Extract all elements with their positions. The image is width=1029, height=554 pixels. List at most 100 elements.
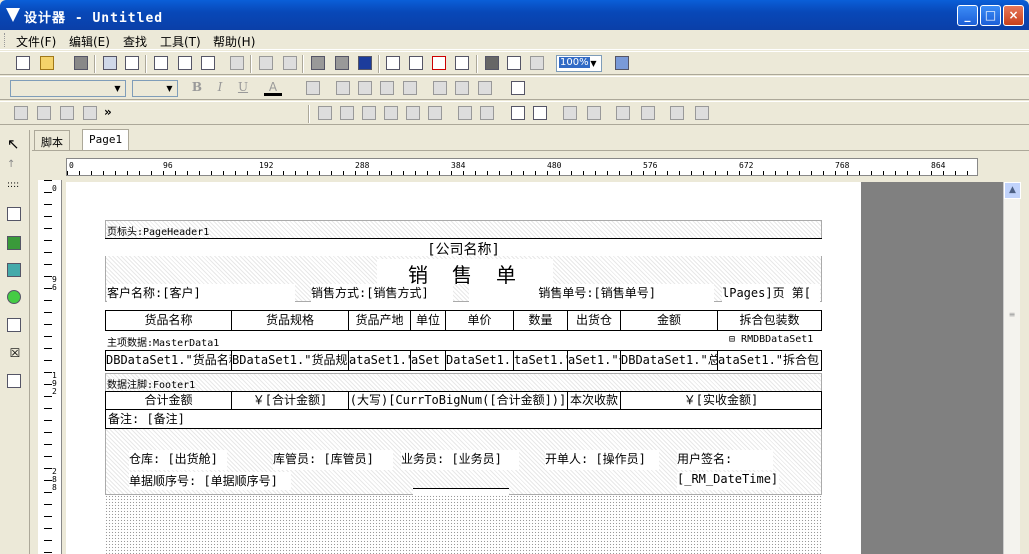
send-backward-button[interactable] [639,105,657,121]
align-grid-button[interactable] [693,105,711,121]
empty-page-area[interactable] [105,495,822,554]
footer-cell[interactable]: (大写)[CurrToBigNum([合计金额])] [348,391,568,410]
column-header[interactable]: 金额 [620,310,718,331]
select-all-button[interactable] [356,55,374,71]
remark-field[interactable]: 备注: [备注] [105,409,822,429]
undo-button[interactable] [257,55,275,71]
page-info-field[interactable]: lPages]页 第[ [722,284,820,302]
column-header[interactable]: 单位 [410,310,446,331]
menu-find[interactable]: 查找 [123,33,147,50]
valign-middle-button[interactable] [453,80,471,96]
company-name-field[interactable]: [公司名称] [105,238,822,256]
font-color-button[interactable]: A [264,80,282,96]
align-right-button[interactable] [378,80,396,96]
master-cell[interactable]: aSet1."仓 [567,350,621,371]
font-size-select[interactable]: ▼ [132,80,178,97]
justify-button[interactable] [401,80,419,96]
band-tool[interactable]: :::: [7,180,23,196]
master-cell[interactable]: DBDataSet1."货品名称 [105,350,232,371]
master-cell[interactable]: DataSet1." [445,350,514,371]
menu-edit[interactable]: 编辑(E) [69,33,110,50]
paste-button[interactable] [199,55,217,71]
order-no-field[interactable]: 销售单号:[销售单号] [469,284,714,302]
master-cell[interactable]: aSet [410,350,446,371]
page-setup-button[interactable] [453,55,471,71]
bring-forward-button[interactable] [614,105,632,121]
grid-button[interactable] [483,55,501,71]
align-bottoms-button[interactable] [426,105,444,121]
frame-left-button[interactable] [35,105,53,121]
new-button[interactable] [14,55,32,71]
line-tool[interactable]: ☒ [7,346,23,362]
same-height-button[interactable] [585,105,603,121]
align-left-button[interactable] [334,80,352,96]
delete-page-button[interactable] [430,55,448,71]
salesman-field[interactable]: 业务员: [业务员] [401,450,519,470]
barcode-tool[interactable] [7,374,23,390]
column-header[interactable]: 货品产地 [348,310,411,331]
column-header[interactable]: 单价 [445,310,514,331]
center-h-button[interactable] [509,105,527,121]
master-cell[interactable]: ataSet1."拆合包 [717,350,822,371]
footer-cell[interactable]: 合计金额 [105,391,232,410]
save-button[interactable] [72,55,90,71]
open-button[interactable] [38,55,56,71]
seq-no-field[interactable]: 单据顺序号: [单据顺序号] [129,472,291,490]
zoom-select[interactable]: 100% ▼ [556,55,602,72]
print-button[interactable] [101,55,119,71]
maximize-button[interactable]: □ [980,5,1001,26]
preview-button[interactable] [123,55,141,71]
redo-button[interactable] [281,55,299,71]
shape-tool[interactable] [7,290,23,306]
keeper-field[interactable]: 库管员: [库管员] [273,450,393,470]
rich-text-tool[interactable] [7,318,23,334]
master-cell[interactable]: DBDataSet1."总 [620,350,718,371]
sale-method-field[interactable]: 销售方式:[销售方式] [311,284,453,302]
font-name-select[interactable]: ▼ [10,80,126,97]
subreport-tool[interactable] [7,236,23,252]
master-cell[interactable]: taSet1." [513,350,568,371]
cut-button[interactable] [152,55,170,71]
close-button[interactable]: × [1003,5,1024,26]
copy-button[interactable] [176,55,194,71]
align-center-button[interactable] [356,80,374,96]
picture-tool[interactable] [7,263,23,279]
column-header[interactable]: 货品名称 [105,310,232,331]
up-tool[interactable]: ↑ [7,159,23,175]
warehouse-field[interactable]: 仓库: [出货舱] [129,450,227,470]
footer-cell[interactable]: ￥[合计金额] [231,391,349,410]
same-width-button[interactable] [561,105,579,121]
memo-tool[interactable] [7,207,23,223]
pointer-tool[interactable]: ↖ [7,135,23,153]
frame-none-button[interactable] [81,105,99,121]
center-v-button[interactable] [531,105,549,121]
space-h-button[interactable] [456,105,474,121]
size-grid-button[interactable] [668,105,686,121]
master-cell[interactable]: BDataSet1."货品规 [231,350,349,371]
bring-front-button[interactable] [309,55,327,71]
align-lefts-button[interactable] [316,105,334,121]
snap-grid-button[interactable] [505,55,523,71]
send-back-button[interactable] [333,55,351,71]
column-header[interactable]: 货品规格 [231,310,349,331]
align-hcenters-button[interactable] [338,105,356,121]
frame-all-button[interactable] [12,105,30,121]
italic-button[interactable]: I [211,80,229,96]
column-header[interactable]: 拆合包装数 [717,310,822,331]
grid-align-button[interactable] [528,55,546,71]
add-page-button[interactable] [384,55,402,71]
align-rights-button[interactable] [360,105,378,121]
scroll-up-button[interactable]: ▲ [1004,182,1021,199]
align-tops-button[interactable] [382,105,400,121]
minimize-button[interactable]: _ [957,5,978,26]
space-v-button[interactable] [478,105,496,121]
footer-cell[interactable]: ￥[实收金额] [620,391,822,410]
more-button[interactable]: » [104,105,122,121]
exit-button[interactable] [613,55,631,71]
menu-file[interactable]: 文件(F) [16,33,56,50]
column-header[interactable]: 数量 [513,310,568,331]
frame-top-button[interactable] [58,105,76,121]
operator-field[interactable]: 开单人: [操作员] [545,450,659,470]
tab-page1[interactable]: Page1 [82,129,130,150]
master-cell[interactable]: ataSet1." [348,350,411,371]
